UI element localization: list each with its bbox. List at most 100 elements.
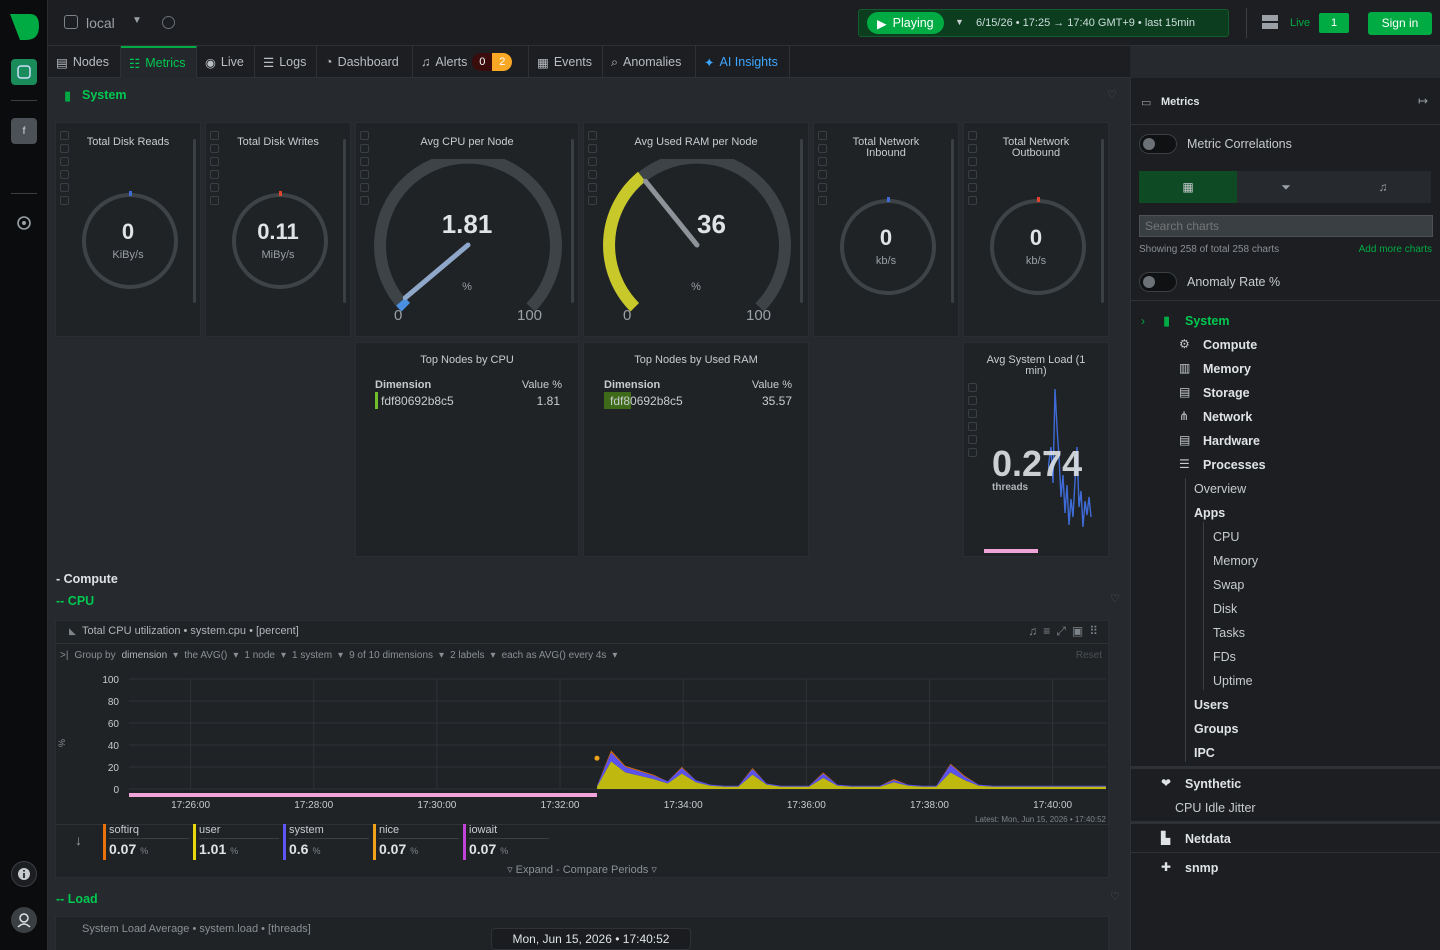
gauge-marker [279,191,282,196]
toc-memory[interactable]: Memory [1203,362,1251,376]
arrow-down-icon[interactable]: ↓ [75,832,82,848]
heart-icon[interactable]: ♡ [1110,890,1120,903]
toc-apps-tasks[interactable]: Tasks [1213,626,1245,640]
legend-iowait[interactable]: iowait 0.07% [463,824,549,860]
toc-overview[interactable]: Overview [1194,482,1246,496]
charts-tab-icon[interactable]: ▦ [1139,171,1237,203]
gauge-unit: kb/s [1025,255,1047,267]
legend-system[interactable]: system 0.6% [283,824,369,860]
card-controls[interactable] [968,383,977,457]
chevron-down-icon[interactable]: ▼ [955,17,964,27]
critical-alerts-badge[interactable]: 0 [472,53,493,71]
tab-label: Metrics [145,56,186,70]
info-icon[interactable] [11,861,37,887]
toc-netdata[interactable]: Netdata [1185,832,1231,846]
heart-icon[interactable]: ♡ [1110,592,1120,605]
toc-snmp[interactable]: snmp [1185,861,1218,875]
toc-apps-disk[interactable]: Disk [1213,602,1237,616]
toc-users[interactable]: Users [1194,698,1229,712]
toc-groups[interactable]: Groups [1194,722,1238,736]
legend-softirq[interactable]: softirq 0.07% [103,824,189,860]
toc-apps-fds[interactable]: FDs [1213,650,1236,664]
group-by-select[interactable]: dimension [122,650,168,661]
sign-in-button[interactable]: Sign in [1368,12,1432,35]
spaces-icon[interactable] [11,59,37,85]
add-more-charts-link[interactable]: Add more charts [1359,244,1432,255]
toc-synthetic[interactable]: Synthetic [1185,777,1241,791]
systems-filter[interactable]: 1 system [292,650,332,661]
heart-icon[interactable]: ♡ [1107,88,1117,101]
alerts-tab-icon[interactable]: ♫ [1335,171,1431,203]
logs-icon: ☰ [263,55,275,70]
expand-compare-button[interactable]: ▿ Expand - Compare Periods ▿ [56,863,1108,876]
metric-correlations-toggle[interactable] [1139,134,1177,154]
toc-compute[interactable]: Compute [1203,338,1257,352]
legend-name: system [289,824,324,836]
tab-metrics[interactable]: ☷ Metrics [121,46,197,78]
tab-logs[interactable]: ☰ Logs [255,46,317,78]
tab-alerts[interactable]: ♫ Alerts 02 [413,46,529,78]
live-label: Live [1290,17,1311,29]
legend-user[interactable]: user 1.01% [193,824,279,860]
alert-bell-icon[interactable]: ♫ [1028,624,1037,639]
live-count-badge[interactable]: 1 [1319,13,1349,33]
top-nodes-ram-card: Top Nodes by Used RAM Dimension Value % … [583,342,809,557]
node-name[interactable]: fdf80692b8c5 [381,394,454,408]
netdata-logo[interactable] [8,12,40,42]
toc-processes[interactable]: Processes [1203,458,1266,472]
settings-icon[interactable] [11,210,37,236]
bookmark-icon: ▮ [1163,313,1171,328]
toc-apps-swap[interactable]: Swap [1213,578,1244,592]
y-tick-label: 20 [108,763,120,774]
space-settings-icon[interactable] [162,16,175,29]
chevron-right-icon[interactable]: › [1141,314,1145,328]
space-name[interactable]: local [86,15,115,31]
labels-filter[interactable]: 2 labels [450,650,484,661]
drag-handle-icon[interactable]: ⠿ [1089,624,1098,639]
aggregation-select[interactable]: the AVG() [184,650,227,661]
dimensions-filter[interactable]: 9 of 10 dimensions [349,650,433,661]
toc-system[interactable]: System [1185,314,1229,328]
tab-events[interactable]: ▦ Events [529,46,603,78]
expand-label: Expand - Compare Periods [515,864,649,876]
settings-sliders-icon[interactable]: ≡ [1043,624,1050,639]
play-button[interactable]: ▶ Playing [867,12,944,34]
save-icon[interactable]: ▣ [1072,624,1083,639]
tab-dashboard[interactable]: ◔ Dashboard [317,46,413,78]
panel-title: Metrics [1161,96,1200,108]
fullscreen-icon[interactable]: ⤢ [1056,624,1066,639]
chart-toolbar: ♫ ≡ ⤢ ▣ ⠿ [1028,624,1098,639]
user-avatar-icon[interactable] [11,907,37,933]
reset-button[interactable]: Reset [1076,650,1102,661]
warning-alerts-badge[interactable]: 2 [492,53,513,71]
legend-nice[interactable]: nice 0.07% [373,824,459,860]
search-charts-input[interactable] [1139,215,1433,237]
anomaly-rate-toggle[interactable] [1139,272,1177,292]
legend-unit: % [410,846,419,856]
chevron-down-icon[interactable]: ▼ [132,15,142,26]
toc-ipc[interactable]: IPC [1194,746,1215,760]
gauge-unit: kb/s [875,255,897,267]
collapse-panel-icon[interactable]: ↦ [1418,94,1428,108]
toc-network[interactable]: Network [1203,410,1252,424]
time-aggregation-select[interactable]: each as AVG() every 4s [502,650,607,661]
filter-tab-icon[interactable]: ⏷ [1237,171,1335,203]
nodes-filter[interactable]: 1 node [244,650,275,661]
toc-apps[interactable]: Apps [1194,506,1225,520]
toc-cpu-idle-jitter[interactable]: CPU Idle Jitter [1175,801,1256,815]
space-avatar[interactable]: f [11,118,37,144]
toc-apps-memory[interactable]: Memory [1213,554,1258,568]
node-name[interactable]: fdf80692b8c5 [610,394,683,408]
tab-nodes[interactable]: ▤ Nodes [48,46,121,78]
toc-hardware[interactable]: Hardware [1203,434,1260,448]
tab-ai-insights[interactable]: ✦ AI Insights [696,46,790,78]
time-range[interactable]: 6/15/26 • 17:25 → 17:40 GMT+9 • last 15m… [976,17,1195,29]
toc-storage[interactable]: Storage [1203,386,1250,400]
nodes-icon[interactable] [1262,14,1278,30]
metrics-icon: ☷ [129,56,141,71]
toc-apps-cpu[interactable]: CPU [1213,530,1239,544]
tab-live[interactable]: ◉ Live [197,46,255,78]
tab-anomalies[interactable]: ⌕ Anomalies [603,46,696,78]
y-tick-label: 100 [102,675,119,686]
toc-apps-uptime[interactable]: Uptime [1213,674,1253,688]
